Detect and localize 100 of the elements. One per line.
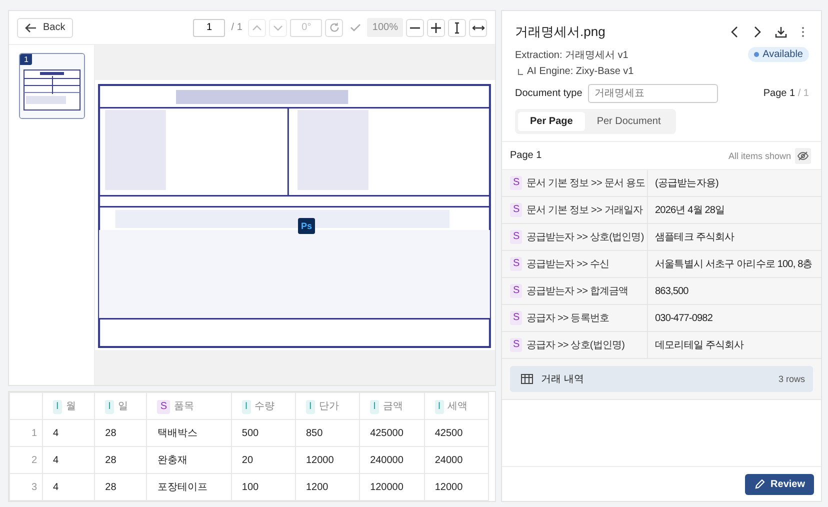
extraction-label: Extraction: 거래명세서 v1 (515, 48, 628, 62)
field-name: 공급자 >> 상호(법인명) (526, 339, 625, 352)
app-badge: Ps (298, 218, 316, 234)
view-tab[interactable]: Per Page (518, 112, 585, 131)
table-cell: 240000 (360, 446, 424, 474)
type-badge: S (510, 311, 522, 325)
page-thumbnail[interactable]: 1 (19, 53, 85, 119)
column-label: 단가 (318, 400, 339, 412)
column-label: 월 (66, 400, 76, 412)
type-badge: I (434, 400, 444, 414)
view-tab[interactable]: Per Document (584, 112, 673, 131)
field-name: 공급받는자 >> 합계금액 (526, 285, 628, 298)
row-number: 2 (10, 446, 42, 474)
type-badge: S (510, 257, 522, 271)
more-icon[interactable] (801, 26, 805, 38)
fit-width-icon (472, 24, 484, 30)
type-badge: S (510, 230, 522, 244)
type-badge: I (242, 400, 251, 414)
type-badge: I (306, 400, 315, 414)
table-cell: 1200 (295, 474, 360, 500)
section-title: Page 1 (510, 150, 542, 161)
document-type-field[interactable]: 거래명세표 (588, 84, 718, 103)
table-item[interactable]: 거래 내역 3 rows (510, 366, 813, 392)
row-number: 3 (10, 474, 42, 500)
field-name: 문서 기본 정보 >> 거래일자 (526, 204, 643, 217)
page-input[interactable]: 1 (193, 18, 226, 36)
table-cell: 포장테이프 (146, 474, 232, 500)
table-icon (521, 374, 533, 384)
table-cell: 28 (94, 474, 147, 500)
type-badge: I (105, 400, 114, 414)
chevron-right-icon[interactable] (753, 26, 761, 38)
document-type-label: Document type (515, 88, 582, 99)
page-number-badge: 1 (20, 54, 32, 65)
table-cell: 12000 (295, 446, 360, 474)
file-name: 거래명세서.png (515, 23, 606, 41)
plus-icon (431, 22, 441, 32)
table-cell: 425000 (360, 420, 424, 446)
field-value: 863,500 (654, 284, 688, 298)
back-button[interactable]: Back (17, 18, 74, 38)
field-name: 공급자 >> 등록번호 (526, 312, 610, 325)
table-cell: 100 (231, 474, 296, 500)
table-cell: 완충재 (146, 446, 232, 474)
table-cell: 28 (94, 446, 147, 474)
table-cell: 20 (231, 446, 296, 474)
arrow-left-icon (25, 22, 37, 32)
table-cell: 12000 (424, 474, 488, 500)
download-icon[interactable] (775, 26, 787, 38)
table-cell: 850 (295, 420, 360, 446)
field-value: 서울특별시 서초구 아리수로 100, 8층 (654, 258, 812, 272)
fit-height-icon (454, 22, 460, 34)
table-cell: 4 (42, 474, 95, 500)
visibility-toggle[interactable] (795, 148, 811, 164)
column-label: 품목 (174, 400, 194, 412)
table-cell: 28 (94, 420, 147, 446)
type-badge: S (510, 338, 522, 352)
page-indicator: Page 1 / 1 (763, 88, 809, 99)
pencil-icon (754, 478, 765, 490)
field-value: (공급받는자용) (654, 177, 718, 191)
zoom-in-button[interactable] (427, 18, 445, 36)
type-badge: S (510, 203, 522, 217)
table-cell: 42500 (424, 420, 488, 446)
zoom-out-button[interactable] (406, 18, 424, 36)
column-label: 세액 (448, 400, 468, 412)
table-cell: 택배박스 (146, 420, 232, 446)
column-label: 금액 (382, 400, 403, 412)
column-label: 일 (118, 400, 128, 412)
field-name: 문서 기본 정보 >> 문서 용도 (526, 177, 646, 190)
zoom-level: 100% (367, 18, 403, 37)
field-value: 030-477-0982 (654, 312, 712, 326)
table-cell: 4 (42, 420, 95, 446)
field-value: 데모리테일 주식회사 (654, 339, 744, 353)
row-number: 1 (10, 420, 42, 446)
table-cell: 500 (231, 420, 296, 446)
engine-label: AI Engine: Zixy-Base v1 (527, 66, 634, 77)
type-badge: I (53, 400, 62, 414)
type-badge: S (510, 176, 522, 190)
fit-width-button[interactable] (469, 18, 487, 36)
type-badge: I (370, 400, 379, 414)
eye-off-icon (797, 150, 809, 160)
table-cell: 120000 (360, 474, 424, 500)
fit-height-button[interactable] (448, 18, 466, 36)
table-cell: 4 (42, 446, 95, 474)
type-badge: S (157, 400, 170, 414)
page-total: / 1 (231, 22, 242, 33)
rotate-icon (328, 22, 340, 33)
field-value: 2026년 4월 28일 (654, 204, 725, 218)
tree-branch-icon (518, 68, 523, 74)
review-button[interactable]: Review (744, 474, 814, 494)
column-label: 수량 (254, 400, 275, 412)
status-badge: Available (748, 47, 809, 62)
field-value: 샘플테크 주식회사 (654, 231, 734, 245)
field-name: 공급받는자 >> 상호(법인명) (526, 231, 644, 244)
check-icon (350, 23, 361, 32)
chevron-left-icon[interactable] (731, 26, 739, 38)
field-name: 공급받는자 >> 수신 (526, 258, 610, 271)
chevron-up-icon (252, 24, 262, 30)
table-cell: 24000 (424, 446, 488, 474)
visibility-label: All items shown (728, 150, 791, 160)
chevron-down-icon (273, 24, 284, 30)
type-badge: S (510, 284, 522, 298)
